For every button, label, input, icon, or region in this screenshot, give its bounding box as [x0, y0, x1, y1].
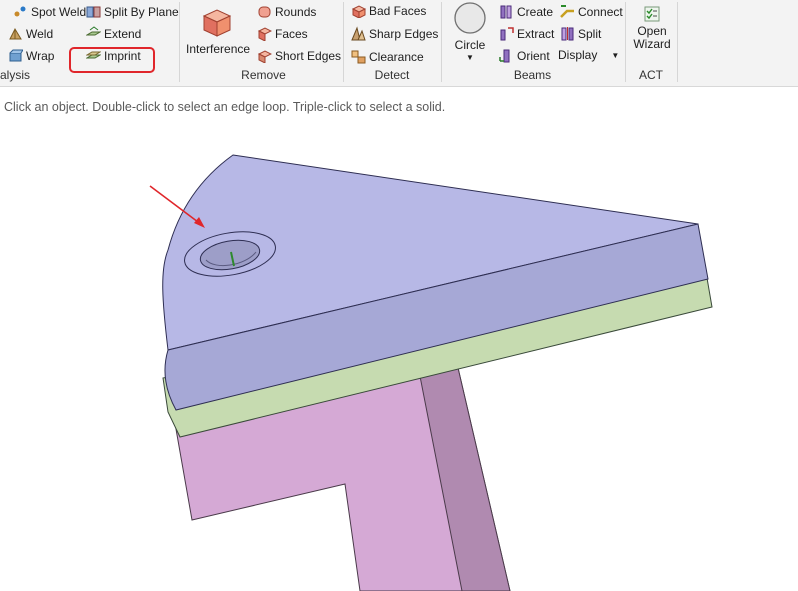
spot-weld-button[interactable]: Spot Weld — [13, 4, 86, 19]
orient-beam-button[interactable]: Orient — [499, 48, 550, 63]
clearance-button[interactable]: Clearance — [351, 49, 424, 64]
bad-faces-label: Bad Faces — [369, 3, 427, 18]
open-wizard-label-line2: Wizard — [633, 37, 671, 51]
split-by-plane-icon — [86, 4, 101, 19]
interference-label: Interference — [186, 42, 251, 56]
act-group-label: ACT — [639, 68, 663, 82]
clearance-icon — [351, 49, 366, 64]
split-by-plane-button[interactable]: Split By Plane — [86, 4, 179, 19]
clearance-label: Clearance — [369, 49, 424, 64]
circle-label: Circle — [454, 38, 486, 52]
circle-dropdown-icon[interactable]: ▼ — [448, 53, 492, 62]
split-beam-icon — [560, 26, 575, 41]
sharp-edges-button[interactable]: Sharp Edges — [351, 26, 438, 41]
chevron-down-icon: ▼ — [611, 50, 620, 60]
wrap-button[interactable]: Wrap — [8, 48, 54, 63]
create-beam-label: Create — [517, 4, 554, 19]
sharp-edges-icon — [351, 26, 366, 41]
rounds-icon — [257, 4, 272, 19]
extract-beam-button[interactable]: Extract — [499, 26, 554, 41]
remove-group-label: Remove — [241, 68, 286, 82]
analysis-group-label: alysis — [0, 68, 31, 82]
extend-button[interactable]: Extend — [86, 26, 141, 41]
split-beam-button[interactable]: Split — [560, 26, 601, 41]
display-label: Display — [558, 48, 598, 62]
create-beam-icon — [499, 4, 514, 19]
circle-icon — [454, 2, 486, 34]
rounds-label: Rounds — [275, 4, 317, 19]
circle-button[interactable]: Circle ▼ — [448, 2, 492, 62]
model-viewport[interactable] — [0, 120, 798, 591]
short-edges-icon — [257, 48, 272, 63]
extract-beam-icon — [499, 26, 514, 41]
wrap-label: Wrap — [26, 48, 55, 63]
connect-beam-label: Connect — [578, 4, 623, 19]
faces-icon — [257, 26, 272, 41]
spot-weld-label: Spot Weld — [31, 4, 87, 19]
extract-beam-label: Extract — [517, 26, 555, 41]
open-wizard-button[interactable]: Open Wizard — [630, 6, 674, 51]
create-beam-button[interactable]: Create — [499, 4, 553, 19]
wizard-icon — [644, 6, 660, 22]
interference-button[interactable]: Interference — [186, 4, 251, 56]
status-hint: Click an object. Double-click to select … — [4, 100, 446, 114]
interference-icon — [200, 4, 234, 38]
group-separator — [179, 2, 180, 82]
split-by-plane-label: Split By Plane — [104, 4, 179, 19]
split-beam-label: Split — [578, 26, 602, 41]
bad-faces-button[interactable]: Bad Faces — [351, 3, 426, 18]
weld-label: Weld — [26, 26, 54, 41]
spot-weld-icon — [13, 4, 28, 19]
detect-group-label: Detect — [374, 68, 410, 82]
faces-label: Faces — [275, 26, 308, 41]
ribbon-toolbar: Spot Weld Weld Wrap Split By Plane Exten… — [0, 0, 798, 87]
sharp-edges-label: Sharp Edges — [369, 26, 439, 41]
group-separator — [677, 2, 678, 82]
wrap-icon — [8, 48, 23, 63]
bad-faces-icon — [351, 3, 366, 18]
connect-beam-button[interactable]: Connect — [560, 4, 623, 19]
orient-beam-label: Orient — [517, 48, 550, 63]
weld-icon — [8, 26, 23, 41]
extend-icon — [86, 26, 101, 41]
imprint-highlight-box — [69, 47, 155, 73]
short-edges-button[interactable]: Short Edges — [257, 48, 341, 63]
rounds-button[interactable]: Rounds — [257, 4, 316, 19]
connect-beam-icon — [560, 4, 575, 19]
display-dropdown[interactable]: Display ▼ — [558, 48, 619, 62]
orient-beam-icon — [499, 48, 514, 63]
short-edges-label: Short Edges — [275, 48, 342, 63]
faces-button[interactable]: Faces — [257, 26, 308, 41]
weld-button[interactable]: Weld — [8, 26, 53, 41]
beams-group-label: Beams — [513, 68, 552, 82]
extend-label: Extend — [104, 26, 142, 41]
